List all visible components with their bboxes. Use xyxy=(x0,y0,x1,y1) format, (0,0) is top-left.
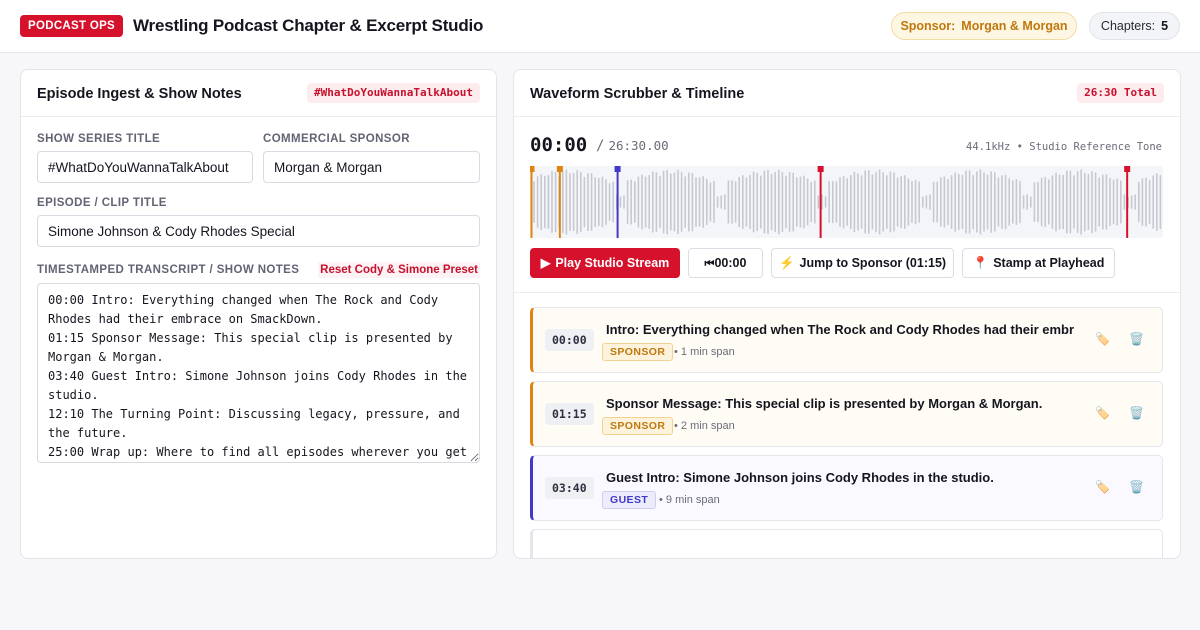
jump-to-sponsor-button[interactable]: ⚡ Jump to Sponsor (01:15) xyxy=(771,248,954,278)
stamp-playhead-button[interactable]: 📍 Stamp at Playhead xyxy=(962,248,1115,278)
sponsor-pill-value: Morgan & Morgan xyxy=(961,19,1068,33)
chapter-timestamp[interactable]: 03:40 xyxy=(545,477,594,499)
brand-badge: PODCAST OPS xyxy=(20,15,124,37)
play-icon: ▶ xyxy=(540,256,551,270)
time-separator: / xyxy=(596,138,605,154)
total-duration-badge: 26:30 Total xyxy=(1077,83,1164,103)
lightning-icon: ⚡ xyxy=(778,256,795,270)
chapter-span-value: 9 min span xyxy=(665,494,720,506)
chapter-span-value: 2 min span xyxy=(680,420,735,432)
trash-icon[interactable]: 🗑️ xyxy=(1129,406,1144,420)
ingest-panel: Episode Ingest & Show Notes #WhatDoYouWa… xyxy=(20,69,497,559)
rewind-label: 00:00 xyxy=(714,256,747,270)
total-time-value: 26:30.00 xyxy=(608,138,669,153)
app-title: Wrestling Podcast Chapter & Excerpt Stud… xyxy=(133,16,484,35)
timeline-panel-header: Waveform Scrubber & Timeline 26:30 Total xyxy=(514,70,1180,117)
commercial-sponsor-label: COMMERCIAL SPONSOR xyxy=(263,133,410,145)
chapter-title: Sponsor Message: This special clip is pr… xyxy=(606,396,1043,411)
chapter-type-badge: SPONSOR xyxy=(602,343,674,361)
rewind-to-start-button[interactable]: ⏮00:00 xyxy=(688,248,763,278)
transcript-textarea[interactable] xyxy=(37,283,480,463)
chapter-timestamp[interactable]: 01:15 xyxy=(545,403,594,425)
stamp-playhead-label: Stamp at Playhead xyxy=(993,256,1105,270)
top-bar: PODCAST OPS Wrestling Podcast Chapter & … xyxy=(0,0,1200,53)
waveform-scrubber[interactable] xyxy=(530,166,1163,238)
hashtag-badge: #WhatDoYouWannaTalkAbout xyxy=(307,83,480,103)
series-title-label: SHOW SERIES TITLE xyxy=(37,133,161,145)
chapters-count-value: 5 xyxy=(1161,19,1169,33)
chapter-row[interactable]: 01:15 Sponsor Message: This special clip… xyxy=(530,381,1163,447)
timeline-marker-handle[interactable] xyxy=(817,166,824,172)
trash-icon[interactable]: 🗑️ xyxy=(1129,332,1144,346)
episode-title-label: EPISODE / CLIP TITLE xyxy=(37,197,167,209)
chapters-count-label: Chapters: xyxy=(1100,19,1156,33)
chapter-timestamp[interactable]: 00:00 xyxy=(545,329,594,351)
sponsor-pill: Sponsor: Morgan & Morgan xyxy=(891,12,1077,40)
play-stream-button[interactable]: ▶ Play Studio Stream xyxy=(530,248,680,278)
tag-icon[interactable]: 🏷️ xyxy=(1095,332,1110,346)
timeline-marker[interactable] xyxy=(556,166,563,238)
waveform-graphic xyxy=(530,166,1162,238)
chapter-type-badge: SPONSOR xyxy=(602,417,674,435)
reset-preset-link[interactable]: Reset Cody & Simone Preset xyxy=(318,262,480,278)
play-stream-label: Play Studio Stream xyxy=(555,256,670,270)
chapter-title: Guest Intro: Simone Johnson joins Cody R… xyxy=(606,470,994,485)
skip-back-icon: ⏮ xyxy=(704,258,715,270)
episode-title-input[interactable] xyxy=(37,215,480,247)
timeline-marker-handle[interactable] xyxy=(556,166,563,172)
timeline-panel-title: Waveform Scrubber & Timeline xyxy=(530,86,745,102)
chapter-row[interactable]: 03:40 Guest Intro: Simone Johnson joins … xyxy=(530,455,1163,521)
pin-icon: 📍 xyxy=(972,256,989,270)
tag-icon[interactable]: 🏷️ xyxy=(1095,480,1110,494)
series-title-input[interactable] xyxy=(37,151,253,183)
chapter-span: • 2 min span xyxy=(674,420,735,432)
total-time-readout: /26:30.00 xyxy=(596,138,669,154)
timeline-panel: Waveform Scrubber & Timeline 26:30 Total… xyxy=(513,69,1181,559)
chapter-row[interactable] xyxy=(530,529,1163,558)
tag-icon[interactable]: 🏷️ xyxy=(1095,406,1110,420)
chapter-title: Intro: Everything changed when The Rock … xyxy=(606,322,1074,337)
chapter-list: 00:00 Intro: Everything changed when The… xyxy=(514,292,1180,558)
transcript-label: TIMESTAMPED TRANSCRIPT / SHOW NOTES xyxy=(37,264,300,276)
chapters-count-pill: Chapters: 5 xyxy=(1089,12,1180,40)
ingest-panel-header: Episode Ingest & Show Notes #WhatDoYouWa… xyxy=(21,70,496,117)
timeline-marker-handle[interactable] xyxy=(1124,166,1131,172)
chapter-type-badge: GUEST xyxy=(602,491,657,509)
chapter-span: • 9 min span xyxy=(659,494,720,506)
trash-icon[interactable]: 🗑️ xyxy=(1129,480,1144,494)
jump-to-sponsor-label: Jump to Sponsor (01:15) xyxy=(799,256,947,270)
timeline-marker-handle[interactable] xyxy=(614,166,621,172)
ingest-panel-title: Episode Ingest & Show Notes xyxy=(37,86,242,102)
audio-format-meta: 44.1kHz • Studio Reference Tone xyxy=(966,141,1162,153)
timeline-marker-handle[interactable] xyxy=(530,166,535,172)
sponsor-pill-label: Sponsor: xyxy=(900,19,956,33)
commercial-sponsor-input[interactable] xyxy=(263,151,480,183)
chapter-row[interactable]: 00:00 Intro: Everything changed when The… xyxy=(530,307,1163,373)
chapter-span-value: 1 min span xyxy=(680,346,735,358)
chapter-span: • 1 min span xyxy=(674,346,735,358)
current-time-readout: 00:00 xyxy=(530,134,588,156)
